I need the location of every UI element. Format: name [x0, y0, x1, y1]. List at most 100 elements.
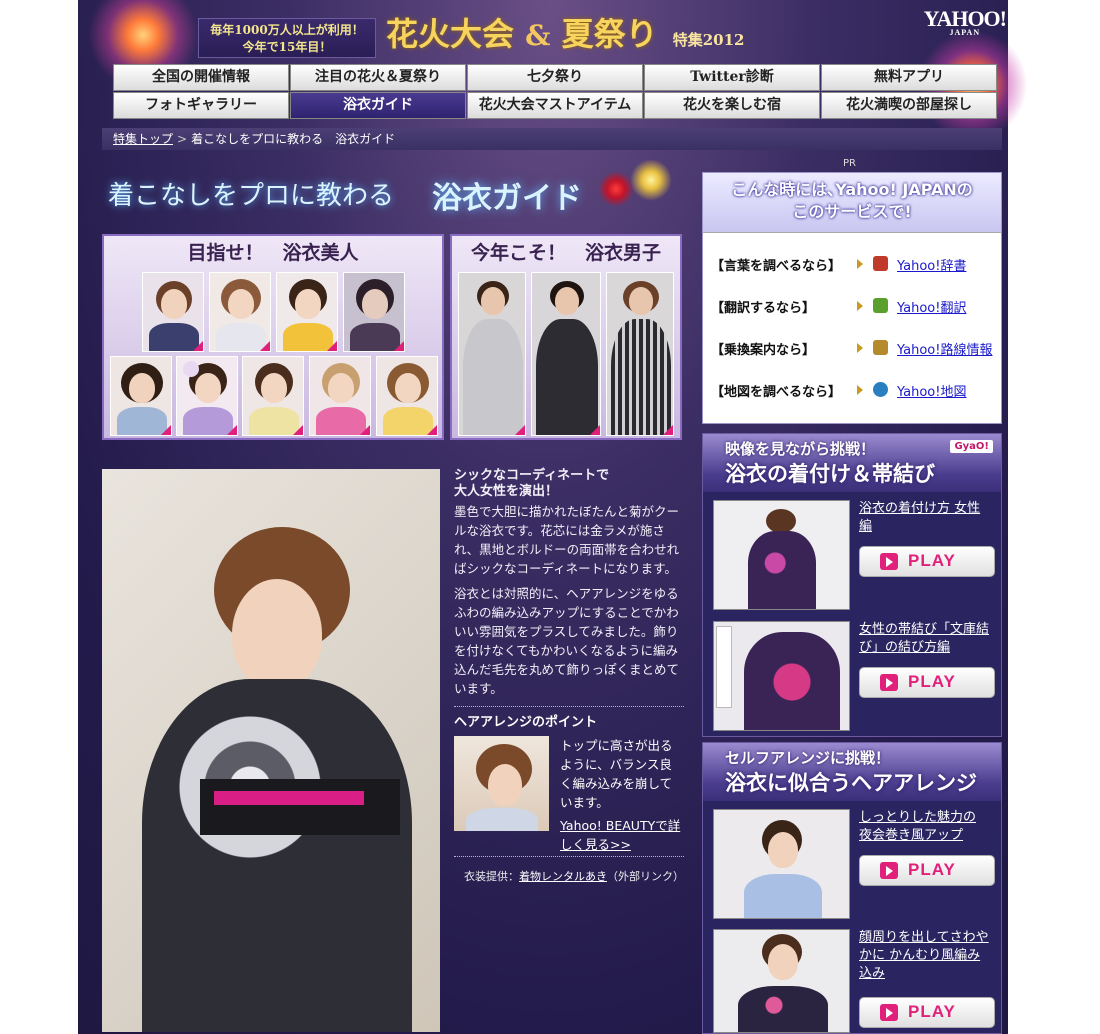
service-link-map[interactable]: Yahoo!地図	[897, 381, 966, 400]
play-icon	[880, 862, 898, 879]
main-photo	[102, 469, 440, 1032]
dictionary-icon	[873, 256, 888, 271]
nav-item-apps[interactable]: 無料アプリ	[821, 64, 997, 91]
hair-point-image	[454, 736, 549, 831]
photo-face	[232, 579, 322, 689]
video-caption-strip	[716, 626, 732, 708]
service-link-translate[interactable]: Yahoo!翻訳	[897, 297, 966, 316]
gallery-men-title: 今年こそ！ 浴衣男子	[470, 242, 661, 264]
play-button[interactable]: PLAY	[859, 667, 995, 698]
gallery-thumb[interactable]	[309, 356, 371, 436]
gallery-thumb[interactable]	[176, 356, 238, 436]
video-item: 顔周りを出してさわやかに かんむり風編み込み PLAY	[713, 929, 995, 1033]
beauty-link[interactable]: Yahoo! BEAUTYで詳しく見る>>	[560, 816, 684, 854]
photo-obi-accent	[214, 791, 364, 805]
pr-label: PR	[843, 158, 856, 169]
gyao-badge: GyaO!	[950, 440, 993, 453]
arrow-icon	[857, 259, 863, 269]
credit-suffix: （外部リンク）	[607, 870, 684, 883]
nav-item-inns[interactable]: 花火を楽しむ宿	[644, 92, 820, 119]
service-box: こんな時には､Yahoo! JAPANの このサービスで! 【言葉を調べるなら】…	[702, 172, 1002, 424]
nav-item-must-items[interactable]: 花火大会マストアイテム	[467, 92, 643, 119]
nav-item-gallery[interactable]: フォトギャラリー	[113, 92, 289, 119]
gallery-thumb[interactable]	[531, 272, 601, 436]
hair-point: トップに高さが出るように、バランス良く編み込みを崩しています。 Yahoo! B…	[454, 736, 684, 852]
credit-prefix: 衣装提供：	[464, 870, 519, 883]
nav-item-yukata-guide[interactable]: 浴衣ガイド	[290, 92, 466, 119]
hair-point-text: トップに高さが出るように、バランス良く編み込みを崩しています。 Yahoo! B…	[560, 736, 684, 854]
nav-item-twitter[interactable]: Twitter診断	[644, 64, 820, 91]
service-label: 【言葉を調べるなら】	[711, 259, 842, 274]
play-button[interactable]: PLAY	[859, 997, 995, 1028]
article-lead-line2: 大人女性を演出！	[454, 484, 559, 499]
title-fireworks: 花火大会	[386, 15, 515, 53]
gallery-thumb[interactable]	[343, 272, 405, 352]
promo-line2: 今年で15年目！	[242, 40, 332, 54]
arrow-icon	[857, 343, 863, 353]
gallery-thumb[interactable]	[458, 272, 526, 436]
divider	[454, 706, 684, 707]
video-thumbnail[interactable]	[713, 929, 850, 1033]
video-title[interactable]: しっとりした魅力の 夜会巻き風アップ	[859, 809, 993, 845]
gallery-women: 目指せ！ 浴衣美人	[102, 234, 444, 440]
promo-badge: 毎年1000万人以上が利用！ 今年で15年目！	[198, 18, 376, 58]
translate-icon	[873, 298, 888, 313]
breadcrumb-current: 着こなしをプロに教わる 浴衣ガイド	[191, 132, 396, 146]
yahoo-logo[interactable]: YAHOO! JAPAN	[924, 6, 1007, 37]
service-row: 【言葉を調べるなら】 Yahoo!辞書	[711, 255, 996, 275]
gallery-thumb[interactable]	[376, 356, 438, 436]
video-title[interactable]: 顔周りを出してさわやかに かんむり風編み込み	[859, 929, 993, 983]
gallery-thumb[interactable]	[142, 272, 204, 352]
nav-item-rooms[interactable]: 花火満喫の部屋探し	[821, 92, 997, 119]
service-heading-line1: こんな時には､Yahoo! JAPANの	[731, 180, 973, 199]
article-paragraph: 墨色で大胆に描かれたぼたんと菊がクールな浴衣です。花芯には金ラメが施され、黒地と…	[454, 504, 680, 576]
service-link-dictionary[interactable]: Yahoo!辞書	[897, 255, 966, 274]
arrow-icon	[857, 385, 863, 395]
video-thumbnail[interactable]	[713, 500, 850, 610]
video-title[interactable]: 浴衣の着付け方 女性編	[859, 500, 993, 536]
banner-line1: 映像を見ながら挑戦！	[725, 440, 876, 458]
breadcrumb-separator: >	[177, 132, 188, 146]
gallery-thumb[interactable]	[606, 272, 674, 436]
hair-point-description: トップに高さが出るように、バランス良く編み込みを崩しています。	[560, 738, 673, 810]
service-link-transit[interactable]: Yahoo!路線情報	[897, 339, 992, 358]
gallery-thumb[interactable]	[242, 356, 304, 436]
banner-line2: 浴衣の着付け＆帯結び	[725, 461, 935, 486]
breadcrumb-home-link[interactable]: 特集トップ	[113, 132, 173, 146]
breadcrumb: 特集トップ > 着こなしをプロに教わる 浴衣ガイド	[102, 128, 1002, 150]
photo-obi	[200, 779, 400, 835]
play-button[interactable]: PLAY	[859, 855, 995, 886]
nav-item-events[interactable]: 全国の開催情報	[113, 64, 289, 91]
title-summer-festival: 夏祭り	[561, 15, 658, 53]
article: シックなコーディネートで 大人女性を演出！ 墨色で大胆に描かれたぼたんと菊がクー…	[454, 468, 684, 886]
video-item: しっとりした魅力の 夜会巻き風アップ PLAY	[713, 809, 995, 919]
video-thumbnail[interactable]	[713, 809, 850, 919]
gallery-thumb[interactable]	[110, 356, 172, 436]
gallery-thumb[interactable]	[276, 272, 338, 352]
play-button[interactable]: PLAY	[859, 546, 995, 577]
hair-point-title: ヘアアレンジのポイント	[454, 715, 598, 730]
service-row: 【乗換案内なら】 Yahoo!路線情報	[711, 339, 996, 359]
play-label: PLAY	[908, 672, 956, 691]
play-icon	[880, 674, 898, 691]
article-paragraph: 浴衣とは対照的に、ヘアアレンジをゆるふわの編み込みアップにすることでかわいい雰囲…	[454, 586, 680, 696]
right-margin	[1008, 0, 1100, 1034]
service-label: 【翻訳するなら】	[711, 301, 816, 316]
promo-line1: 毎年1000万人以上が利用！	[210, 23, 364, 37]
video-thumbnail[interactable]	[713, 621, 850, 731]
play-label: PLAY	[908, 860, 956, 879]
nav-item-featured[interactable]: 注目の花火＆夏祭り	[290, 64, 466, 91]
service-row: 【翻訳するなら】 Yahoo!翻訳	[711, 297, 996, 317]
credit-link[interactable]: 着物レンタルあき	[519, 870, 607, 883]
video-title[interactable]: 女性の帯結び「文庫結び」の結び方編	[859, 621, 993, 657]
article-lead-line1: シックなコーディネートで	[454, 468, 610, 483]
video-item: 浴衣の着付け方 女性編 PLAY	[713, 500, 995, 610]
section-banner: 映像を見ながら挑戦！ 浴衣の着付け＆帯結び GyaO!	[703, 434, 1001, 492]
play-label: PLAY	[908, 1002, 956, 1021]
service-label: 【乗換案内なら】	[711, 343, 816, 358]
service-row: 【地図を調べるなら】 Yahoo!地図	[711, 381, 996, 401]
costume-credit: 衣装提供：着物レンタルあき（外部リンク）	[454, 867, 684, 886]
service-heading-line2: このサービスで!	[792, 202, 912, 221]
gallery-thumb[interactable]	[209, 272, 271, 352]
nav-item-tanabata[interactable]: 七夕祭り	[467, 64, 643, 91]
